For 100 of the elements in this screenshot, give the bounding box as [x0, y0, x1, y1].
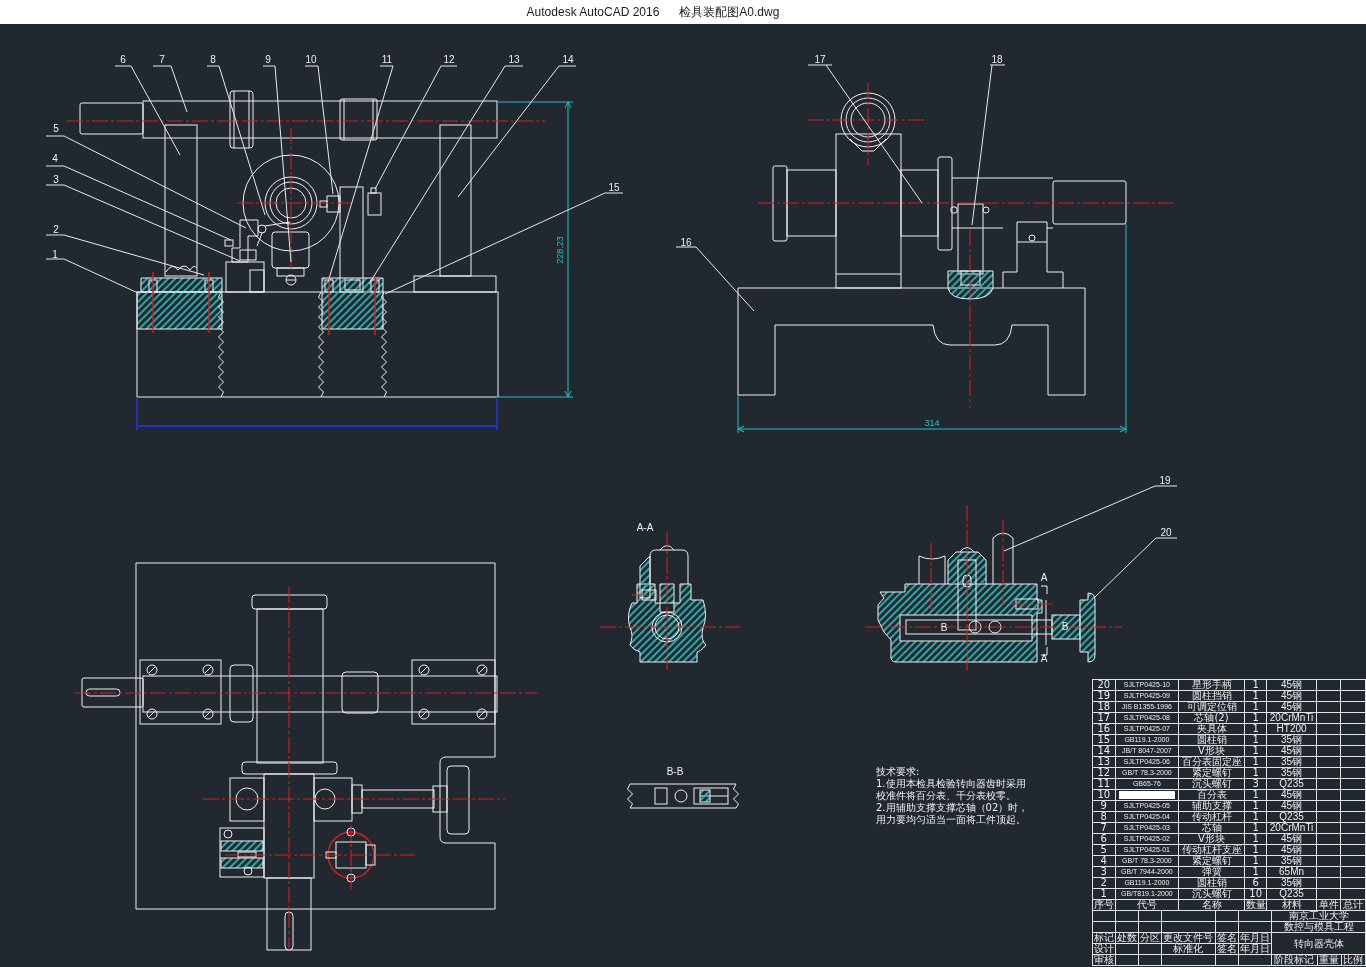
table-cell: 2 — [1092, 877, 1116, 889]
table-cell: 16 — [1092, 723, 1116, 735]
part-number: 18 — [991, 53, 1003, 65]
table-cell: 签名 — [1215, 943, 1239, 955]
table-cell: 芯轴 — [1178, 822, 1245, 834]
table-cell: 紧定螺钉 — [1178, 855, 1245, 867]
table-cell: 35钢 — [1266, 756, 1317, 768]
table-cell: 百分表固定座 — [1178, 756, 1245, 768]
table-cell: 5 — [1092, 844, 1116, 856]
table-cell: 6 — [1244, 877, 1267, 889]
table-cell: 比例 — [1341, 954, 1366, 966]
table-cell: 1 — [1244, 844, 1267, 856]
table-cell: 1 — [1244, 679, 1267, 691]
part-number: 9 — [265, 53, 271, 65]
table-cell: 1 — [1244, 723, 1267, 735]
table-cell: 芯轴(2) — [1178, 712, 1245, 724]
table-cell: 转向器壳体 — [1271, 932, 1366, 955]
table-cell: Q235 — [1266, 888, 1317, 900]
column-header: 数量 — [1244, 899, 1267, 911]
column-header: 单件 — [1316, 899, 1341, 911]
part-number: 14 — [562, 53, 574, 65]
table-cell: Q235 — [1266, 778, 1317, 790]
table-cell: 35钢 — [1266, 767, 1317, 779]
table-cell: 1 — [1244, 800, 1267, 812]
table-cell: 65Mn — [1266, 866, 1317, 878]
table-cell: 20CrMnTi — [1266, 712, 1317, 724]
table-cell: HT200 — [1266, 723, 1317, 735]
table-cell: 沉头螺钉 — [1178, 778, 1245, 790]
table-cell: 重量 — [1317, 954, 1342, 966]
part-number: 2 — [53, 223, 59, 235]
part-number: 8 — [210, 53, 216, 65]
table-cell: 年月日 — [1238, 943, 1272, 955]
section-marker: A — [1040, 572, 1048, 583]
part-number: 17 — [814, 53, 826, 65]
table-cell: 传动杠杆支座 — [1178, 844, 1245, 856]
section-marker: B — [940, 622, 948, 633]
dimension-text: 228.23 — [555, 236, 565, 264]
table-cell: 签名 — [1215, 932, 1239, 944]
table-cell: 35钢 — [1266, 877, 1317, 889]
table-cell: 处数 — [1115, 932, 1139, 944]
table-cell: 1 — [1244, 789, 1267, 801]
table-cell: 45钢 — [1266, 833, 1317, 845]
table-cell: 阶段标记 — [1271, 954, 1318, 966]
table-cell: 圆柱销 — [1178, 734, 1245, 746]
table-cell: V形块 — [1178, 833, 1245, 845]
table-cell: 弹簧 — [1178, 866, 1245, 878]
table-cell: 11 — [1092, 778, 1116, 790]
table-cell: 8 — [1092, 811, 1116, 823]
table-cell: 35钢 — [1266, 734, 1317, 746]
table-cell: 数控与模具工程 — [1271, 921, 1366, 933]
table-cell: 1 — [1244, 855, 1267, 867]
section-marker: A — [1040, 653, 1048, 664]
table-cell: 10 — [1092, 789, 1116, 801]
table-cell: 1 — [1244, 833, 1267, 845]
table-cell: 1 — [1244, 811, 1267, 823]
table-cell: 3 — [1092, 866, 1116, 878]
table-cell: 18 — [1092, 701, 1116, 713]
part-number: 11 — [381, 53, 393, 65]
table-cell: 夹具体 — [1178, 723, 1245, 735]
table-cell: 1 — [1244, 822, 1267, 834]
table-cell: 圆柱挡销 — [1178, 690, 1245, 702]
section-title: A-A — [636, 522, 654, 533]
table-cell: Q235 — [1266, 811, 1317, 823]
table-cell: 沉头螺钉 — [1178, 888, 1245, 900]
table-cell: 百分表 — [1178, 789, 1245, 801]
table-cell: 19 — [1092, 690, 1116, 702]
table-cell: 35钢 — [1266, 855, 1317, 867]
table-cell: 审核 — [1092, 954, 1116, 966]
table-cell: 更改文件号 — [1161, 932, 1216, 944]
table-cell: 45钢 — [1266, 690, 1317, 702]
table-cell: 12 — [1092, 767, 1116, 779]
table-cell: 20 — [1092, 679, 1116, 691]
table-cell: 分区 — [1138, 932, 1162, 944]
table-cell: 45钢 — [1266, 679, 1317, 691]
table-cell: 1 — [1244, 712, 1267, 724]
table-cell: 1 — [1244, 701, 1267, 713]
part-number: 1 — [52, 248, 58, 260]
table-cell: 1 — [1244, 690, 1267, 702]
part-number: 6 — [120, 53, 126, 65]
column-header: 总计 — [1340, 899, 1366, 911]
dimension-text: 314 — [924, 418, 940, 428]
table-cell: 年月日 — [1238, 932, 1272, 944]
table-cell: 13 — [1092, 756, 1116, 768]
table-cell: 1 — [1244, 866, 1267, 878]
part-number: 5 — [53, 122, 59, 134]
table-cell: 4 — [1092, 855, 1116, 867]
section-marker: B — [1061, 621, 1069, 632]
table-cell: 可调定位销 — [1178, 701, 1245, 713]
table-cell: 传动杠杆 — [1178, 811, 1245, 823]
table-cell: 45钢 — [1266, 789, 1317, 801]
table-cell: 10 — [1244, 888, 1267, 900]
table-cell: 45钢 — [1266, 701, 1317, 713]
part-number: 19 — [1159, 474, 1171, 486]
table-cell: 6 — [1092, 833, 1116, 845]
table-cell: 45钢 — [1266, 800, 1317, 812]
requirement-text: 2.用辅助支撑支撑芯轴（02）时，用力要均匀适当一面将工件顶起。 — [876, 802, 1030, 826]
table-cell: 紧定螺钉 — [1178, 767, 1245, 779]
part-number: 3 — [53, 173, 59, 185]
table-cell: 45钢 — [1266, 844, 1317, 856]
table-cell: 9 — [1092, 800, 1116, 812]
